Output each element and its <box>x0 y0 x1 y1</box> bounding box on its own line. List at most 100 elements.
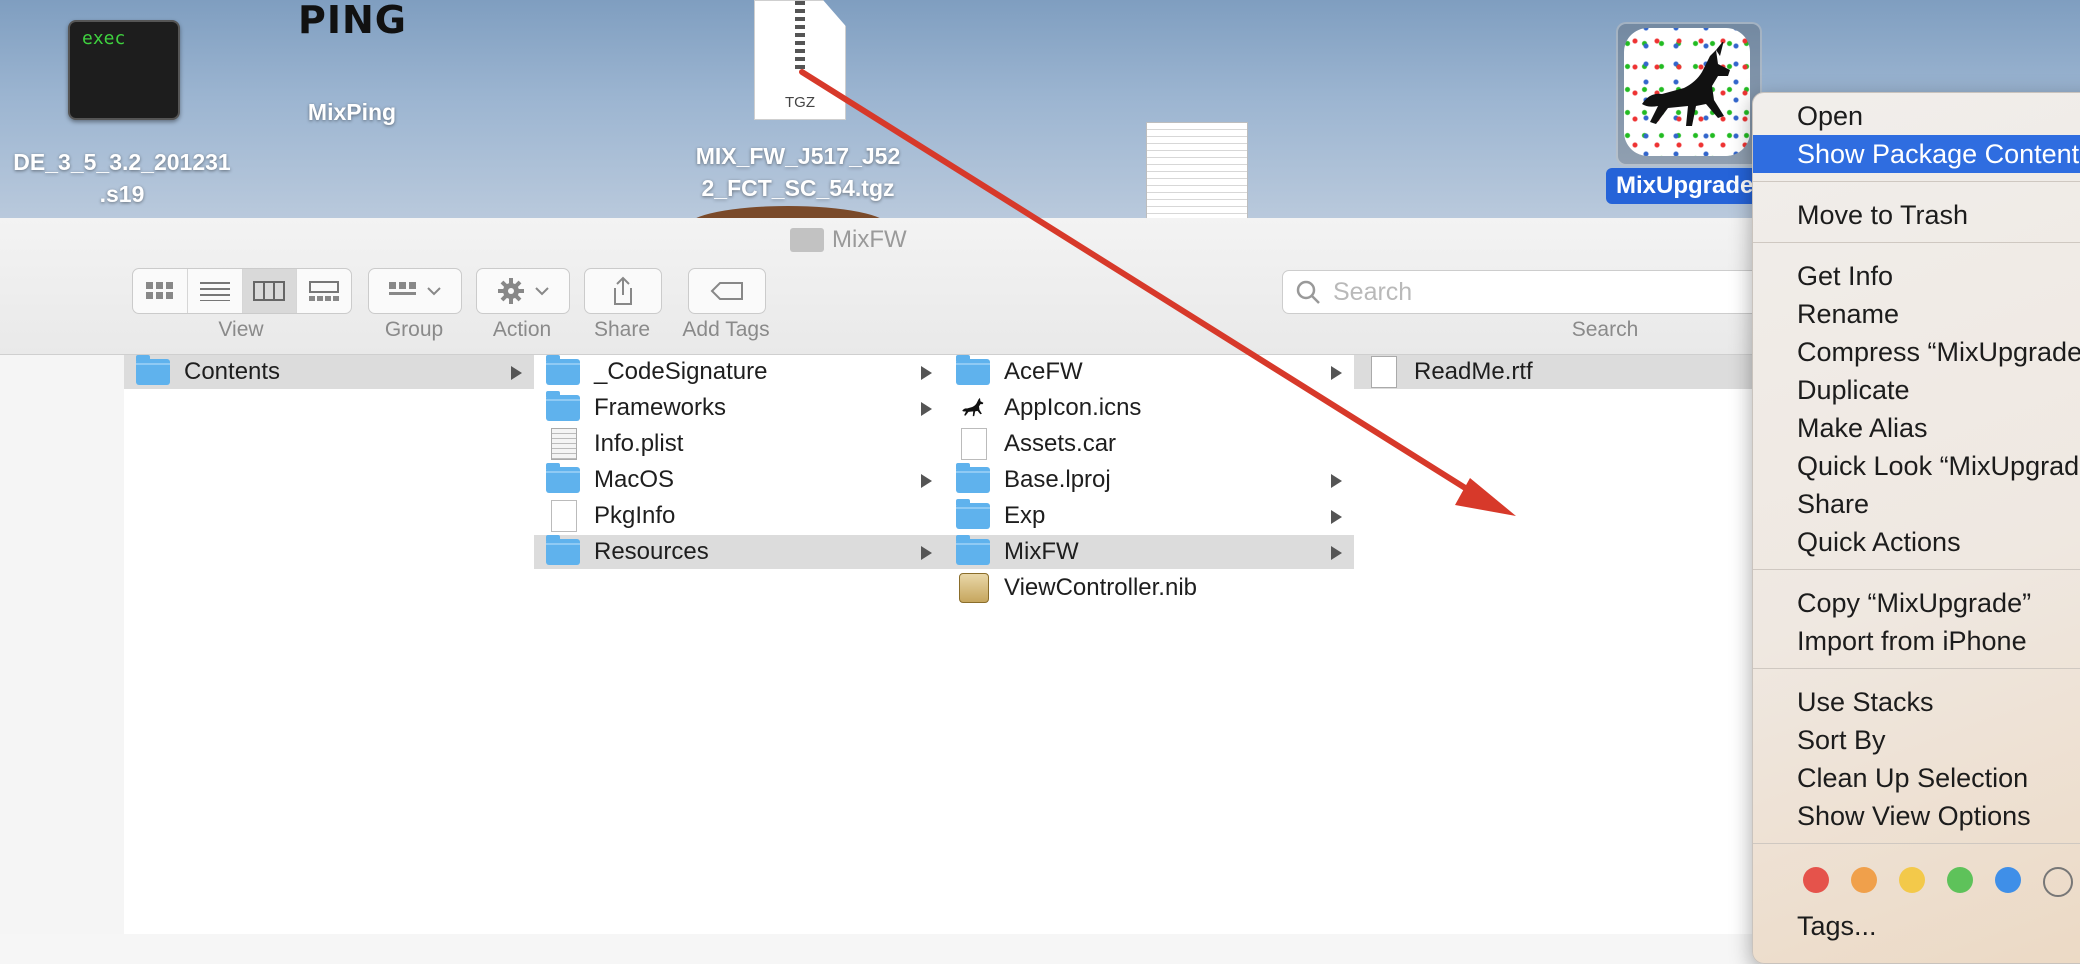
mixupgrade-app-label[interactable]: MixUpgrade <box>1606 168 1764 204</box>
list-item-label: ReadMe.rtf <box>1414 358 1533 385</box>
wallpaper-detail <box>688 206 888 218</box>
menu-item[interactable]: Clean Up Selection <box>1753 759 2080 797</box>
list-item-label: _CodeSignature <box>594 358 768 385</box>
mixping-icon[interactable]: PING <box>298 0 407 42</box>
list-item[interactable]: AceFW <box>944 355 1354 389</box>
share-button[interactable] <box>584 268 662 314</box>
list-item-label: Base.lproj <box>1004 466 1111 493</box>
disclosure-arrow-icon <box>1331 366 1342 380</box>
menu-item[interactable]: Show View Options <box>1753 797 2080 835</box>
menu-item[interactable]: Make Alias <box>1753 409 2080 447</box>
document-icon <box>961 428 987 460</box>
group-icon <box>389 282 416 295</box>
list-item-label: AceFW <box>1004 358 1083 385</box>
folder-icon <box>790 228 824 252</box>
column-2[interactable]: _CodeSignature Frameworks Info.plist MacOS P… <box>534 355 945 934</box>
plist-file-icon <box>551 428 577 460</box>
icon-grid-icon <box>145 282 173 299</box>
tag-color-button[interactable] <box>1995 867 2021 893</box>
mixping-label[interactable]: MixPing <box>292 96 412 128</box>
tag-color-button[interactable] <box>1947 867 1973 893</box>
list-item[interactable]: PkgInfo <box>534 499 944 533</box>
search-field[interactable] <box>1282 270 1764 314</box>
view-mode-control[interactable] <box>132 268 352 314</box>
menu-item[interactable]: Quick Look “MixUpgrade” <box>1753 447 2080 485</box>
tag-color-button[interactable] <box>1803 867 1829 893</box>
menu-item[interactable]: Compress “MixUpgrade” <box>1753 333 2080 371</box>
column-sidebar <box>0 355 125 934</box>
add-tags-button[interactable] <box>688 268 766 314</box>
disclosure-arrow-icon <box>1331 474 1342 488</box>
view-label: View <box>218 318 264 341</box>
list-item[interactable]: _CodeSignature <box>534 355 944 389</box>
list-item[interactable]: Frameworks <box>534 391 944 425</box>
gear-icon <box>498 278 524 304</box>
group-button[interactable] <box>368 268 462 314</box>
list-item[interactable]: Contents <box>124 355 534 389</box>
menu-item[interactable]: Copy “MixUpgrade” <box>1753 584 2080 622</box>
folder-icon <box>136 355 170 385</box>
folder-icon <box>546 355 580 385</box>
list-item[interactable]: Exp <box>944 499 1354 533</box>
disclosure-arrow-icon <box>921 546 932 560</box>
tgz-archive-label[interactable]: MIX_FW_J517_J52 2_FCT_SC_54.tgz <box>672 140 924 204</box>
menu-item[interactable]: Use Stacks <box>1753 683 2080 721</box>
menu-item[interactable]: Sort By <box>1753 721 2080 759</box>
unicorn-icon <box>956 395 990 421</box>
tag-color-button[interactable] <box>1899 867 1925 893</box>
exec-file-icon[interactable]: exec <box>68 20 180 120</box>
action-label: Action <box>492 318 552 341</box>
disclosure-arrow-icon <box>1331 546 1342 560</box>
action-button[interactable] <box>476 268 570 314</box>
tag-color-button[interactable] <box>1851 867 1877 893</box>
column-view-button[interactable] <box>242 269 298 313</box>
search-label: Search <box>1571 318 1639 341</box>
tgz-archive-icon[interactable]: TGZ <box>754 0 846 120</box>
menu-item[interactable]: Share <box>1753 485 2080 523</box>
list-item[interactable]: AppIcon.icns <box>944 391 1354 425</box>
menu-separator <box>1753 668 2080 669</box>
document-thumbnail-icon[interactable] <box>1146 122 1248 218</box>
share-label: Share <box>593 318 651 341</box>
list-item-label: MacOS <box>594 466 675 493</box>
menu-item[interactable]: Import from iPhone <box>1753 622 2080 660</box>
search-input[interactable] <box>1331 276 1735 308</box>
list-item[interactable]: Info.plist <box>534 427 944 461</box>
list-view-button[interactable] <box>188 269 243 313</box>
exec-file-label[interactable]: DE_3_5_3.2_201231 .s19 <box>0 146 244 210</box>
menu-item[interactable]: Rename <box>1753 295 2080 333</box>
menu-separator <box>1753 569 2080 570</box>
disclosure-arrow-icon <box>921 366 932 380</box>
folder-icon <box>956 535 990 565</box>
menu-item[interactable]: Get Info <box>1753 257 2080 295</box>
list-item[interactable]: Base.lproj <box>944 463 1354 497</box>
menu-separator <box>1753 181 2080 182</box>
list-item[interactable]: MacOS <box>534 463 944 497</box>
icon-view-button[interactable] <box>133 269 188 313</box>
menu-item[interactable]: Show Package Contents <box>1753 135 2080 173</box>
folder-icon <box>546 463 580 493</box>
list-item-label: Info.plist <box>594 430 684 457</box>
menu-item[interactable]: Quick Actions <box>1753 523 2080 561</box>
list-item-label: Frameworks <box>594 394 727 421</box>
list-item[interactable]: ViewController.nib <box>944 571 1354 605</box>
menu-item[interactable]: Duplicate <box>1753 371 2080 409</box>
list-item-label: Exp <box>1004 502 1046 529</box>
list-item-label: MixFW <box>1004 538 1079 565</box>
column-3[interactable]: AceFW AppIcon.icns Assets.car Base.lproj Exp… <box>944 355 1355 934</box>
column-1[interactable]: Contents <box>124 355 535 934</box>
gallery-icon <box>309 281 340 301</box>
list-item[interactable]: Resources <box>534 535 944 569</box>
disclosure-arrow-icon <box>921 474 932 488</box>
rtf-file-icon <box>1371 356 1397 388</box>
nib-file-icon <box>959 573 989 603</box>
menu-item[interactable]: Move to Trash <box>1753 196 2080 234</box>
menu-item[interactable]: Open <box>1753 97 2080 135</box>
list-item[interactable]: Assets.car <box>944 427 1354 461</box>
gallery-view-button[interactable] <box>297 269 351 313</box>
list-item[interactable]: MixFW <box>944 535 1354 569</box>
tag-color-button[interactable] <box>2043 867 2073 897</box>
tags-menu-item[interactable]: Tags... <box>1753 907 2080 945</box>
search-icon <box>1296 280 1320 304</box>
unicorn-app-icon[interactable] <box>1624 28 1750 156</box>
